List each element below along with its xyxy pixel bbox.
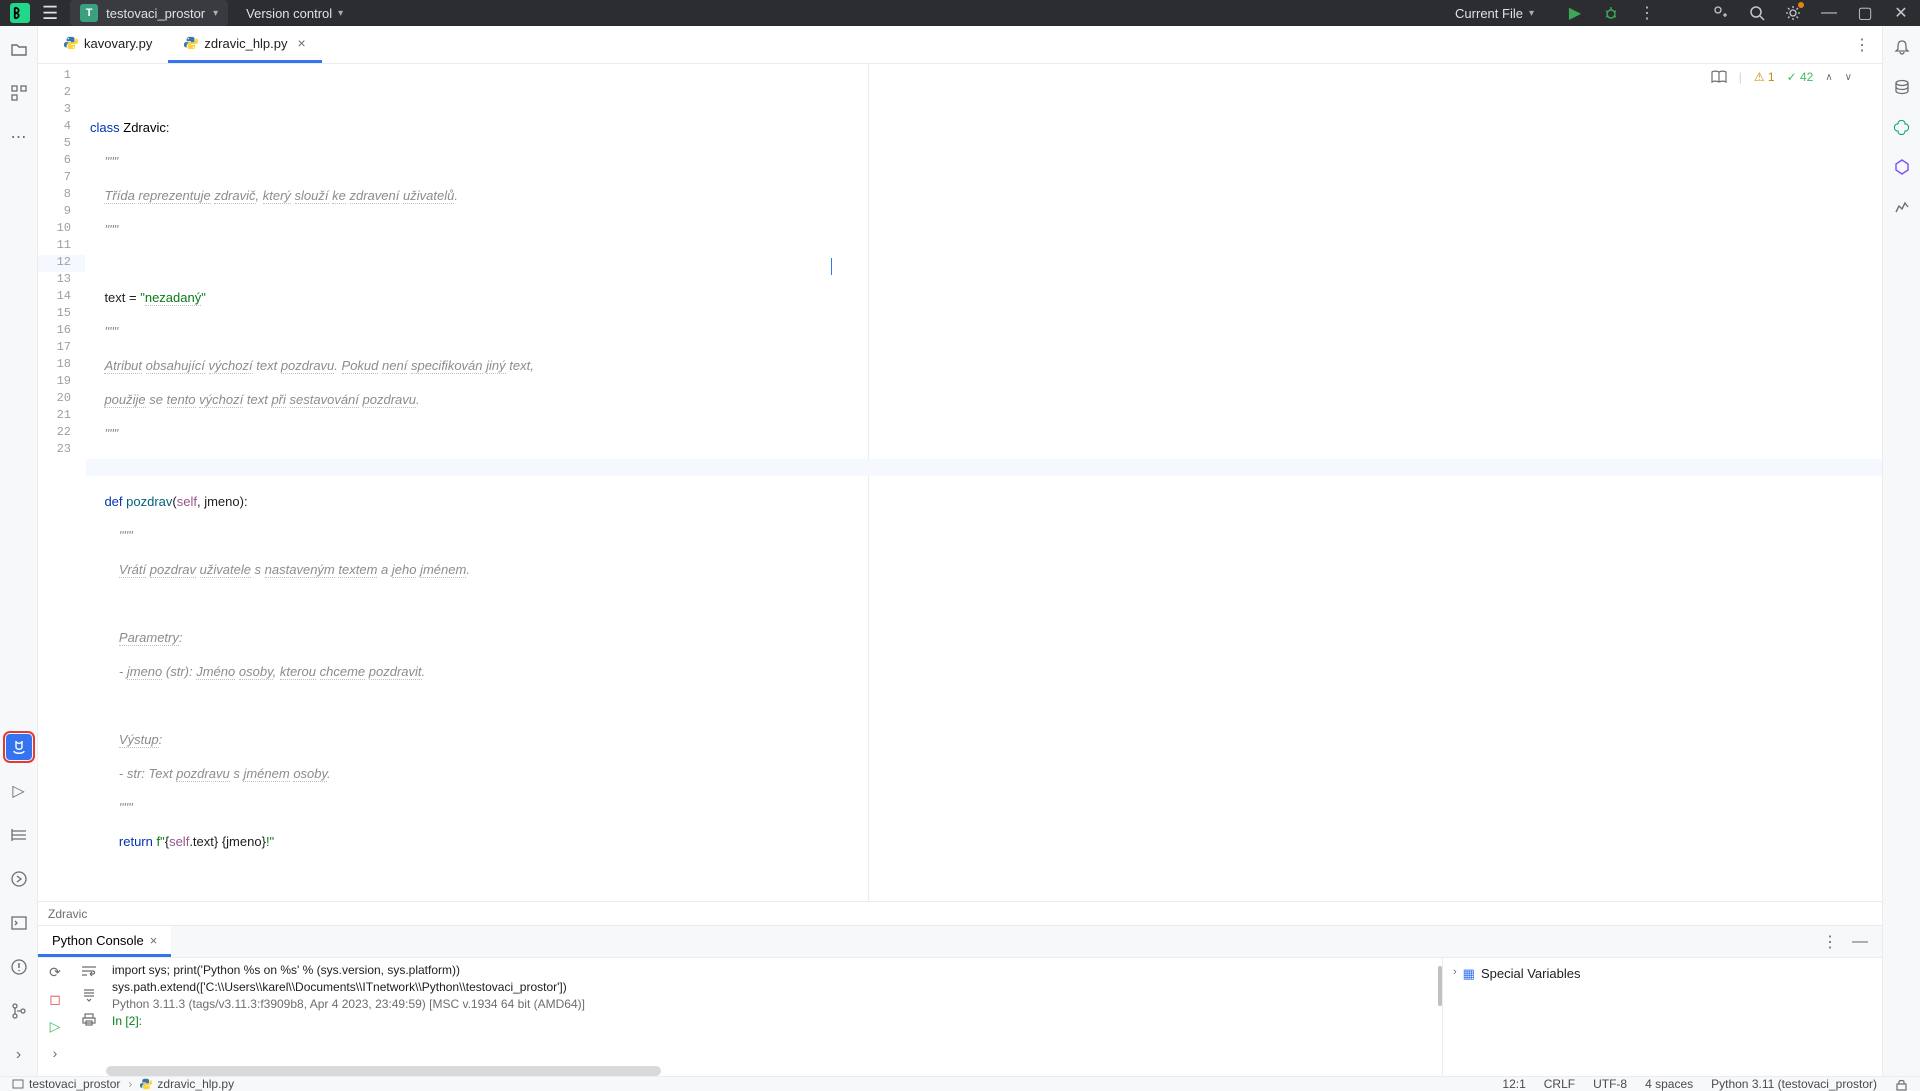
run-config-label: Current File	[1455, 6, 1523, 21]
maximize-icon[interactable]: ▢	[1856, 4, 1874, 22]
code-editor[interactable]: | ⚠ 1 ✓ 42 ∧ ∨ 1234567891011121314151617…	[38, 64, 1882, 901]
right-tool-strip	[1882, 26, 1920, 1076]
chevron-down-icon: ▾	[213, 8, 218, 19]
console-prompt: In [2]:	[112, 1013, 1430, 1030]
expand-chevron-icon[interactable]: ›	[6, 1042, 32, 1068]
vcs-tool-icon[interactable]	[6, 998, 32, 1024]
text-cursor	[831, 258, 832, 275]
variables-icon: ▦	[1463, 966, 1475, 982]
breadcrumb-label: testovaci_prostor	[29, 1077, 120, 1091]
status-bar: testovaci_prostor › zdravic_hlp.py 12:1 …	[0, 1076, 1920, 1091]
settings-icon[interactable]	[1784, 4, 1802, 22]
run-icon[interactable]: ▶	[1566, 4, 1584, 22]
chevron-down-icon: ▾	[1529, 8, 1534, 19]
console-output[interactable]: import sys; print('Python %s on %s' % (s…	[106, 958, 1436, 1076]
python-file-icon	[140, 1078, 152, 1090]
close-icon[interactable]: ×	[150, 933, 158, 948]
title-bar: ☰ T testovaci_prostor ▾ Version control …	[0, 0, 1920, 26]
problems-tool-icon[interactable]	[6, 954, 32, 980]
debug-icon[interactable]	[1602, 4, 1620, 22]
console-tab[interactable]: Python Console ×	[38, 926, 171, 957]
console-toolbar-2	[72, 958, 106, 1076]
line-numbers-gutter: 1234567891011121314151617181920212223	[38, 64, 86, 901]
line-ending[interactable]: CRLF	[1544, 1077, 1575, 1091]
console-toolbar-1: ⟳ ◻ ▷ ›	[38, 958, 72, 1076]
run-config-selector[interactable]: Current File ▾	[1455, 6, 1534, 21]
console-line: import sys; print('Python %s on %s' % (s…	[112, 962, 1430, 979]
chevron-down-icon: ▾	[338, 8, 343, 19]
soft-wrap-icon[interactable]	[81, 964, 97, 978]
tab-kavovary[interactable]: kavovary.py	[48, 26, 168, 63]
left-tool-strip: ⋯ ▷ ›	[0, 26, 38, 1076]
horizontal-scrollbar[interactable]	[106, 1066, 661, 1076]
breadcrumb-label: zdravic_hlp.py	[157, 1077, 234, 1091]
ai-assistant-icon[interactable]	[1891, 116, 1913, 138]
project-name-label: testovaci_prostor	[106, 6, 205, 21]
project-icon	[12, 1078, 24, 1090]
structure-tool-icon[interactable]	[6, 80, 32, 106]
close-icon[interactable]: ×	[298, 35, 306, 51]
python-packages-tool-icon[interactable]	[6, 734, 32, 760]
vertical-scrollbar[interactable]	[1436, 958, 1442, 1076]
main-menu-icon[interactable]: ☰	[42, 3, 58, 24]
tab-label: zdravic_hlp.py	[204, 36, 287, 51]
ide-logo	[10, 3, 30, 23]
more-vertical-icon[interactable]: ⋮	[1822, 932, 1838, 952]
tab-zdravic-hlp[interactable]: zdravic_hlp.py ×	[168, 26, 321, 63]
version-control-menu[interactable]: Version control ▾	[246, 6, 343, 21]
tab-label: kavovary.py	[84, 36, 152, 51]
main-area: ⋯ ▷ › kavovary.py	[0, 26, 1920, 1076]
code-with-me-icon[interactable]	[1712, 4, 1730, 22]
print-icon[interactable]	[82, 1012, 96, 1026]
editor-tabs: kavovary.py zdravic_hlp.py × ⋮	[38, 26, 1882, 64]
project-selector[interactable]: T testovaci_prostor ▾	[70, 0, 228, 26]
editor-column: kavovary.py zdravic_hlp.py × ⋮ | ⚠ 1 ✓ 4…	[38, 26, 1882, 1076]
scroll-to-end-icon[interactable]	[82, 988, 96, 1002]
notifications-icon[interactable]	[1891, 36, 1913, 58]
more-vertical-icon[interactable]: ⋮	[1638, 4, 1656, 22]
sciview-tool-icon[interactable]	[1891, 196, 1913, 218]
search-icon[interactable]	[1748, 4, 1766, 22]
file-encoding[interactable]: UTF-8	[1593, 1077, 1627, 1091]
more-horizontal-icon[interactable]: ⋯	[6, 124, 32, 150]
code-content[interactable]: class Zdravic: """ Třída reprezentuje zd…	[86, 64, 1882, 901]
breadcrumb-separator: ›	[128, 1077, 132, 1091]
console-line: Python 3.11.3 (tags/v3.11.3:f3909b8, Apr…	[112, 996, 1430, 1013]
plugin-tool-icon[interactable]	[1891, 156, 1913, 178]
more-vertical-icon[interactable]: ⋮	[1854, 35, 1870, 55]
stop-icon[interactable]: ◻	[49, 991, 61, 1008]
console-line: sys.path.extend(['C:\\Users\\karel\\Docu…	[112, 979, 1430, 996]
console-tab-label: Python Console	[52, 933, 144, 948]
console-variables-panel[interactable]: › ▦ Special Variables	[1442, 958, 1882, 1076]
rerun-icon[interactable]: ⟳	[49, 964, 61, 981]
minimize-panel-icon[interactable]: —	[1852, 933, 1868, 951]
run-tool-icon[interactable]: ▷	[6, 778, 32, 804]
expand-chevron-icon[interactable]: ›	[53, 1045, 58, 1061]
execute-icon[interactable]: ▷	[50, 1018, 61, 1035]
breadcrumb-project[interactable]: testovaci_prostor	[12, 1077, 120, 1091]
database-tool-icon[interactable]	[1891, 76, 1913, 98]
python-file-icon	[64, 36, 78, 50]
python-interpreter[interactable]: Python 3.11 (testovaci_prostor)	[1711, 1077, 1877, 1091]
python-console-tool-icon[interactable]	[6, 866, 32, 892]
python-console-panel: Python Console × ⋮ — ⟳ ◻ ▷ ›	[38, 925, 1882, 1076]
minimize-icon[interactable]: —	[1820, 4, 1838, 22]
breadcrumb-item[interactable]: Zdravic	[48, 907, 87, 921]
project-letter-icon: T	[80, 4, 98, 22]
version-control-label: Version control	[246, 6, 332, 21]
python-file-icon	[184, 36, 198, 50]
editor-breadcrumbs[interactable]: Zdravic	[38, 901, 1882, 925]
indent-config[interactable]: 4 spaces	[1645, 1077, 1693, 1091]
caret-position[interactable]: 12:1	[1502, 1077, 1525, 1091]
services-tool-icon[interactable]	[6, 822, 32, 848]
breadcrumb-file[interactable]: zdravic_hlp.py	[140, 1077, 234, 1091]
lock-icon[interactable]	[1895, 1078, 1908, 1091]
chevron-right-icon[interactable]: ›	[1453, 966, 1457, 978]
close-icon[interactable]: ✕	[1892, 4, 1910, 22]
special-variables-label: Special Variables	[1481, 966, 1580, 981]
project-tool-icon[interactable]	[6, 36, 32, 62]
terminal-tool-icon[interactable]	[6, 910, 32, 936]
